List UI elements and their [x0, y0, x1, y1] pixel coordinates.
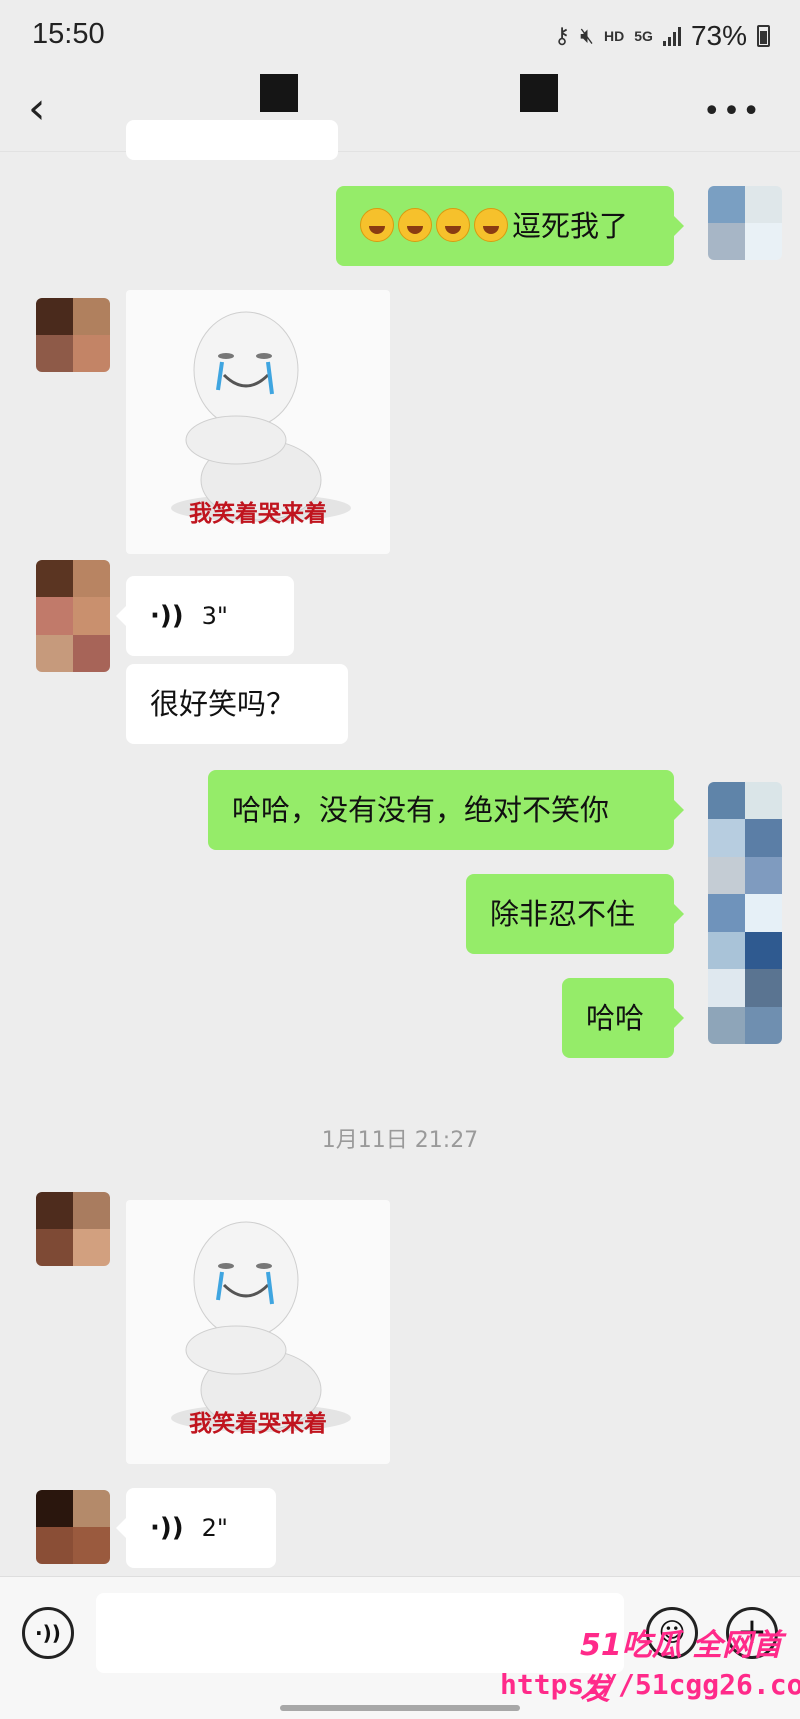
contact-avatar[interactable] [36, 298, 110, 372]
voice-message[interactable]: ·)) 3" [116, 576, 294, 656]
voice-input-icon: ·)) [35, 1621, 61, 1645]
message-bubble-outgoing[interactable]: 哈哈，没有没有，绝对不笑你 [208, 770, 684, 850]
home-indicator [280, 1705, 520, 1711]
voice-wave-icon: ·)) [150, 1513, 184, 1543]
voice-input-button[interactable]: ·)) [22, 1607, 74, 1659]
battery-icon [757, 25, 770, 47]
sticker-message[interactable]: 我笑着哭来着 [126, 1200, 390, 1464]
sticker-message[interactable]: 我笑着哭来着 [126, 290, 390, 554]
laughing-crying-emoji-icon [398, 208, 432, 242]
chevron-left-icon: ‹ [28, 83, 46, 134]
message-text: 哈哈 [586, 1001, 645, 1035]
message-bubble-incoming[interactable]: 很好笑吗？ [126, 664, 348, 744]
laughing-crying-emoji-icon [474, 208, 508, 242]
signal-icon [662, 26, 681, 46]
back-button[interactable]: ‹ [28, 86, 68, 136]
chat-title-redacted-left [260, 74, 298, 112]
voice-message[interactable]: ·)) 2" [116, 1488, 276, 1568]
chat-header: ‹ ••• [0, 72, 800, 152]
watermark-url: https://51cgg26.com [500, 1668, 800, 1701]
status-time: 15:50 [32, 18, 105, 50]
partial-message-bubble[interactable] [126, 120, 338, 160]
sticker-caption: 我笑着哭来着 [189, 501, 327, 527]
contact-avatar[interactable] [36, 1490, 110, 1564]
message-timestamp: 1月11日 21:27 [321, 1128, 479, 1153]
more-button[interactable]: ••• [703, 94, 762, 129]
hd-label: HD [604, 28, 625, 44]
my-avatar[interactable] [708, 782, 782, 1044]
laughing-crying-emoji-icon [436, 208, 470, 242]
mute-icon: 🔇︎ [580, 23, 595, 48]
key-icon: ⚷ [554, 23, 571, 48]
message-bubble-outgoing[interactable]: 哈哈 [562, 978, 684, 1058]
message-bubble-outgoing[interactable]: 除非忍不住 [466, 874, 684, 954]
contact-avatar[interactable] [36, 1192, 110, 1266]
my-avatar[interactable] [708, 186, 782, 260]
message-text: 逗死我了 [512, 209, 629, 243]
voice-duration: 2" [201, 1514, 228, 1542]
message-text: 除非忍不住 [490, 897, 636, 931]
message-text: 很好笑吗？ [150, 687, 296, 721]
message-input[interactable] [96, 1593, 624, 1673]
status-icons: ⚷ 🔇︎ HD 5G 73% [554, 20, 770, 52]
network-type-label: 5G [634, 28, 653, 44]
sticker-caption: 我笑着哭来着 [189, 1411, 327, 1437]
battery-percent: 73% [690, 20, 747, 51]
chat-title-redacted-right [520, 74, 558, 112]
laughing-crying-emoji-icon [360, 208, 394, 242]
status-bar: 15:50 ⚷ 🔇︎ HD 5G 73% [0, 0, 800, 72]
message-bubble-outgoing[interactable]: 逗死我了 [336, 186, 684, 266]
more-horizontal-icon: ••• [702, 94, 762, 129]
contact-avatar[interactable] [36, 560, 110, 672]
voice-duration: 3" [201, 602, 228, 630]
message-text: 哈哈，没有没有，绝对不笑你 [232, 793, 610, 827]
voice-wave-icon: ·)) [150, 601, 184, 631]
